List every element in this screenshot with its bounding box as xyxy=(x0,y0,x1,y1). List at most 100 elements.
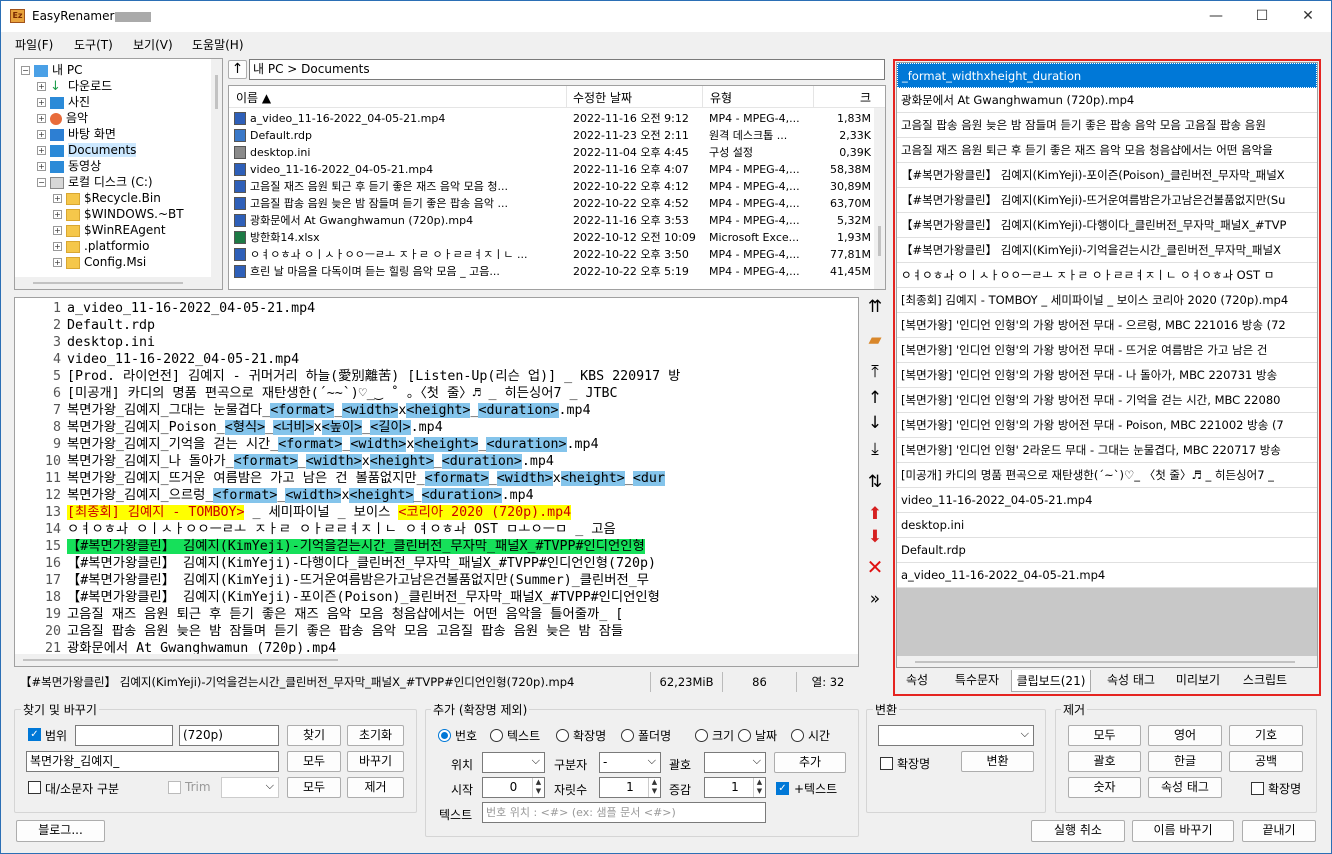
clipboard-hscroll-thumb[interactable] xyxy=(915,661,1295,663)
move-down-icon[interactable]: ↓ xyxy=(865,413,885,433)
clipboard-item[interactable]: [복면가왕] '인디언 인형'의 가왕 방어전 무대 - 기억을 걷는 시간, … xyxy=(897,388,1317,413)
remove-tags-button[interactable]: 속성 태그 xyxy=(1148,777,1222,798)
editor-line[interactable]: 14 ㅇㅕㅇㅎㅘ ㅇㅣㅅㅏㅇㅇㅡㄹㅗ ㅈㅏㄹ ㅇㅏㄹㄹㅕㅈㅣㄴ ㅇㅕㅇㅎㅘ OST… xyxy=(15,521,845,538)
tree-item[interactable]: + Documents xyxy=(37,142,137,158)
trim-checkbox[interactable] xyxy=(168,781,181,794)
col-date[interactable]: 수정한 날짜 xyxy=(573,89,632,106)
expand-icon[interactable]: + xyxy=(37,82,46,91)
editor-line[interactable]: 6 [미공개] 카디의 명품 편곡으로 재탄생한(´~~`)♡_‿ ˚ 。〈첫 줄… xyxy=(15,385,845,402)
radio-2[interactable] xyxy=(556,729,569,742)
editor-hscroll-thumb[interactable] xyxy=(23,659,338,661)
tree-item[interactable]: + .platformio xyxy=(53,238,149,254)
editor-line[interactable]: 11 복면가왕_김예지_뜨거운 여름밤은 가고 남은 건 볼품없지만_<forma… xyxy=(15,470,845,487)
tree-item[interactable]: + $WinREAgent xyxy=(53,222,166,238)
file-list-scrollbar[interactable] xyxy=(874,108,885,289)
plus-text-checkbox[interactable]: ✓ xyxy=(776,782,789,795)
clipboard-item[interactable]: 광화문에서 At Gwanghwamun (720p).mp4 xyxy=(897,88,1317,113)
editor-line[interactable]: 19 고음질 재즈 음원 퇴근 후 듣기 좋은 재즈 음악 모음 청음샵에서는 어… xyxy=(15,606,845,623)
tree-item[interactable]: + ↓ 다운로드 xyxy=(37,78,112,94)
clipboard-item[interactable]: 【#복면가왕클린】 김예지(KimYeji)-뜨거운여름밤은가고남은건볼품없지만… xyxy=(897,188,1317,213)
start-spin-arrows[interactable]: ▲ ▼ xyxy=(532,778,544,797)
clipboard-item[interactable]: 【#복면가왕클린】 김예지(KimYeji)-기억을걷는시간_클린버전_무자막_… xyxy=(897,238,1317,263)
tree-scroll-thumb[interactable] xyxy=(215,75,218,109)
clipboard-item[interactable]: [최종회] 김예지 - TOMBOY _ 세미파이널 _ 보이스 코리아 202… xyxy=(897,288,1317,313)
replace-input[interactable]: 복면가왕_김예지_ xyxy=(26,751,279,772)
file-list[interactable]: 이름 ▲ 수정한 날짜 유형 크 a_video_11-16-2022_04-0… xyxy=(228,85,886,290)
file-name[interactable]: desktop.ini xyxy=(250,144,570,161)
apply-all-icon[interactable]: » xyxy=(865,589,885,609)
range-input-1[interactable] xyxy=(75,725,173,746)
move-up-icon[interactable]: ↑ xyxy=(865,388,885,408)
editor-line[interactable]: 16 【#복면가왕클린】 김예지(KimYeji)-다행이다_클린버전_무자막_패… xyxy=(15,555,845,572)
clipboard-hscrollbar[interactable] xyxy=(897,656,1317,667)
clipboard-item[interactable]: video_11-16-2022_04-05-21.mp4 xyxy=(897,488,1317,513)
radio-5[interactable] xyxy=(738,729,751,742)
expand-icon[interactable]: + xyxy=(53,210,62,219)
tree-item[interactable]: + $Recycle.Bin xyxy=(53,190,161,206)
file-name[interactable]: a_video_11-16-2022_04-05-21.mp4 xyxy=(250,110,570,127)
tree-item[interactable]: − 로컬 디스크 (C:) xyxy=(37,174,153,190)
tree-item[interactable]: + 동영상 xyxy=(37,158,101,174)
remove-symbols-button[interactable]: 기호 xyxy=(1229,725,1303,746)
file-name[interactable]: 흐린 날 마음을 다독이며 듣는 힐링 음악 모음 _ 고음... xyxy=(250,263,570,280)
editor-line[interactable]: 7 복면가왕_김예지_그대는 눈물겹다_<format>_<width>x<hei… xyxy=(15,402,845,419)
file-name[interactable]: Default.rdp xyxy=(250,127,570,144)
remove-digits-button[interactable]: 숫자 xyxy=(1068,777,1141,798)
expand-icon[interactable]: + xyxy=(37,114,46,123)
remove-all-button[interactable]: 모두 xyxy=(287,777,341,798)
start-spinner[interactable]: 0 ▲ ▼ xyxy=(482,777,545,798)
open-folder-icon[interactable]: ▰ xyxy=(865,330,885,350)
expand-icon[interactable]: + xyxy=(37,146,46,155)
editor-line[interactable]: 18 【#복면가왕클린】 김예지(KimYeji)-포이즌(Poison)_클린버… xyxy=(15,589,845,606)
tree-item[interactable]: + 음악 xyxy=(37,110,88,126)
clipboard-list[interactable]: _format_widthxheight_duration 광화문에서 At Gw… xyxy=(896,62,1318,668)
menu-help[interactable]: 도움말(H) xyxy=(192,36,244,53)
remove-brackets-button[interactable]: 괄호 xyxy=(1068,751,1141,772)
expand-icon[interactable]: + xyxy=(53,242,62,251)
exit-button[interactable]: 끝내기 xyxy=(1242,820,1316,842)
text-input[interactable]: 번호 위치 : <#> (ex: 샘플 문서 <#>) xyxy=(482,802,766,823)
clipboard-item[interactable]: 【#복면가왕클린】 김예지(KimYeji)-다행이다_클린버전_무자막_패널X… xyxy=(897,213,1317,238)
remove-korean-button[interactable]: 한글 xyxy=(1148,751,1222,772)
clipboard-item[interactable]: Default.rdp xyxy=(897,538,1317,563)
file-name[interactable]: ㅇㅕㅇㅎㅘ ㅇㅣㅅㅏㅇㅇㅡㄹㅗ ㅈㅏㄹ ㅇㅏㄹㄹㅕㅈㅣㄴ ... xyxy=(250,246,570,263)
editor-line[interactable]: 3 desktop.ini xyxy=(15,334,845,351)
clipboard-item[interactable]: [복면가왕] '인디언 인형'의 가왕 방어전 무대 - 나 돌아가, MBC … xyxy=(897,363,1317,388)
radio-6[interactable] xyxy=(791,729,804,742)
tab-0[interactable]: 속성 xyxy=(898,669,936,691)
editor-line[interactable]: 20 고음질 팝송 음원 늦은 밤 잠들며 듣기 좋은 팝송 음악 모음 고음질 … xyxy=(15,623,845,640)
menu-tools[interactable]: 도구(T) xyxy=(74,36,113,53)
range-input-2[interactable]: (720p) xyxy=(179,725,279,746)
clipboard-item[interactable]: desktop.ini xyxy=(897,513,1317,538)
tree-item[interactable]: + 사진 xyxy=(37,94,90,110)
maximize-button[interactable]: ☐ xyxy=(1239,1,1285,32)
expand-icon[interactable]: + xyxy=(37,162,46,171)
replace-button[interactable]: 바꾸기 xyxy=(347,751,404,772)
minimize-button[interactable]: — xyxy=(1193,1,1239,32)
file-name[interactable]: 고음질 팝송 음원 늦은 밤 잠들며 듣기 좋은 팝송 음악 ... xyxy=(250,195,570,212)
tree-item[interactable]: + Config.Msi xyxy=(53,254,146,270)
menu-view[interactable]: 보기(V) xyxy=(133,36,173,53)
tab-5[interactable]: 스크립트 xyxy=(1233,669,1297,691)
editor-line[interactable]: 13 [최종회] 김예지 - TOMBOY> _ 세미파이널 _ 보이스 <코리아… xyxy=(15,504,845,521)
expand-icon[interactable]: + xyxy=(37,98,46,107)
clipboard-item[interactable]: [복면가왕] '인디언 인형'의 가왕 방어전 무대 - Poison, MBC… xyxy=(897,413,1317,438)
clipboard-item[interactable]: a_video_11-16-2022_04-05-21.mp4 xyxy=(897,563,1317,588)
rename-button[interactable]: 이름 바꾸기 xyxy=(1132,820,1234,842)
radio-3[interactable] xyxy=(621,729,634,742)
remove-spaces-button[interactable]: 공백 xyxy=(1229,751,1303,772)
file-name[interactable]: 방한화14.xlsx xyxy=(250,229,570,246)
delete-icon[interactable]: ✕ xyxy=(865,557,885,577)
tree-item[interactable]: − 내 PC xyxy=(21,62,82,78)
name-editor[interactable]: 1 a_video_11-16-2022_04-05-21.mp4 2 Default… xyxy=(14,297,859,667)
convert-dropdown[interactable] xyxy=(878,724,1034,746)
editor-line[interactable]: 15 【#복면가왕클린】 김예지(KimYeji)-기억을걷는시간_클린버전_무자… xyxy=(15,538,845,555)
expand-icon[interactable]: + xyxy=(53,194,62,203)
import-icon[interactable]: ⬇ xyxy=(865,527,885,547)
radio-0[interactable] xyxy=(438,729,451,742)
clipboard-item[interactable]: [복면가왕] '인디언 인형'의 가왕 방어전 무대 - 으르렁, MBC 22… xyxy=(897,313,1317,338)
expand-icon[interactable]: + xyxy=(37,130,46,139)
clipboard-item[interactable]: 고음질 재즈 음원 퇴근 후 듣기 좋은 재즈 음악 모음 청음샵에서는 어떤 … xyxy=(897,138,1317,163)
blog-button[interactable]: 블로그... xyxy=(16,820,105,842)
convert-ext-checkbox[interactable] xyxy=(880,757,893,770)
